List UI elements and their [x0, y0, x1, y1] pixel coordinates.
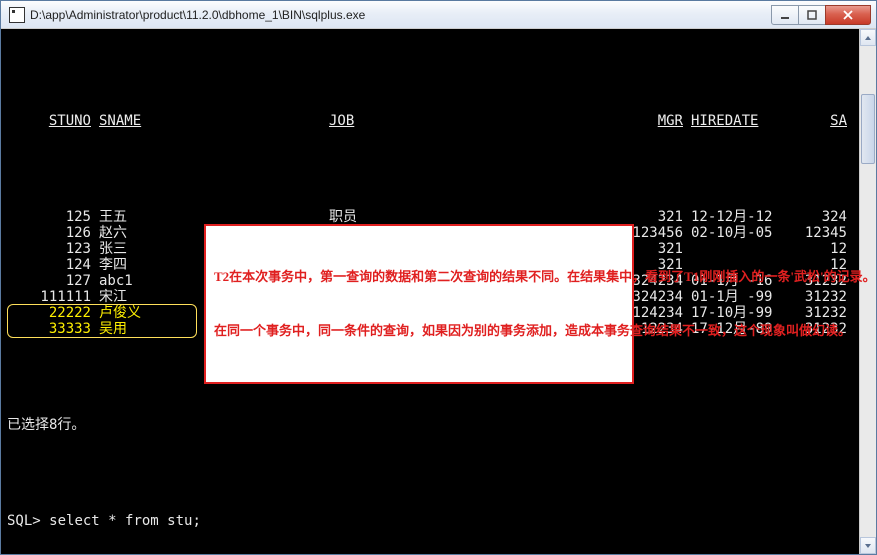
- scroll-up-button[interactable]: [860, 29, 876, 46]
- window-title: D:\app\Administrator\product\11.2.0\dbho…: [30, 8, 772, 22]
- window-controls: [772, 5, 871, 25]
- scrollbar[interactable]: [859, 29, 876, 554]
- scroll-thumb[interactable]: [861, 94, 875, 164]
- annotation-callout: T2在本次事务中，第一查询的数据和第二次查询的结果不同。在结果集中，看到了T1刚…: [204, 224, 634, 384]
- terminal[interactable]: STUNOSNAMEJOBMGRHIREDATESA 125王五职员32112-…: [1, 29, 876, 554]
- title-bar[interactable]: D:\app\Administrator\product\11.2.0\dbho…: [1, 1, 876, 29]
- sql-command: SQL> select * from stu;: [7, 513, 870, 529]
- table-row: 125王五职员32112-12月-12324: [7, 209, 870, 225]
- scroll-down-button[interactable]: [860, 537, 876, 554]
- app-icon: [9, 7, 25, 23]
- rows-selected-1: 已选择8行。: [7, 417, 870, 433]
- window: D:\app\Administrator\product\11.2.0\dbho…: [0, 0, 877, 555]
- table1-header: STUNOSNAMEJOBMGRHIREDATESA: [7, 113, 870, 129]
- close-button[interactable]: [825, 5, 871, 25]
- minimize-button[interactable]: [771, 5, 799, 25]
- maximize-button[interactable]: [798, 5, 826, 25]
